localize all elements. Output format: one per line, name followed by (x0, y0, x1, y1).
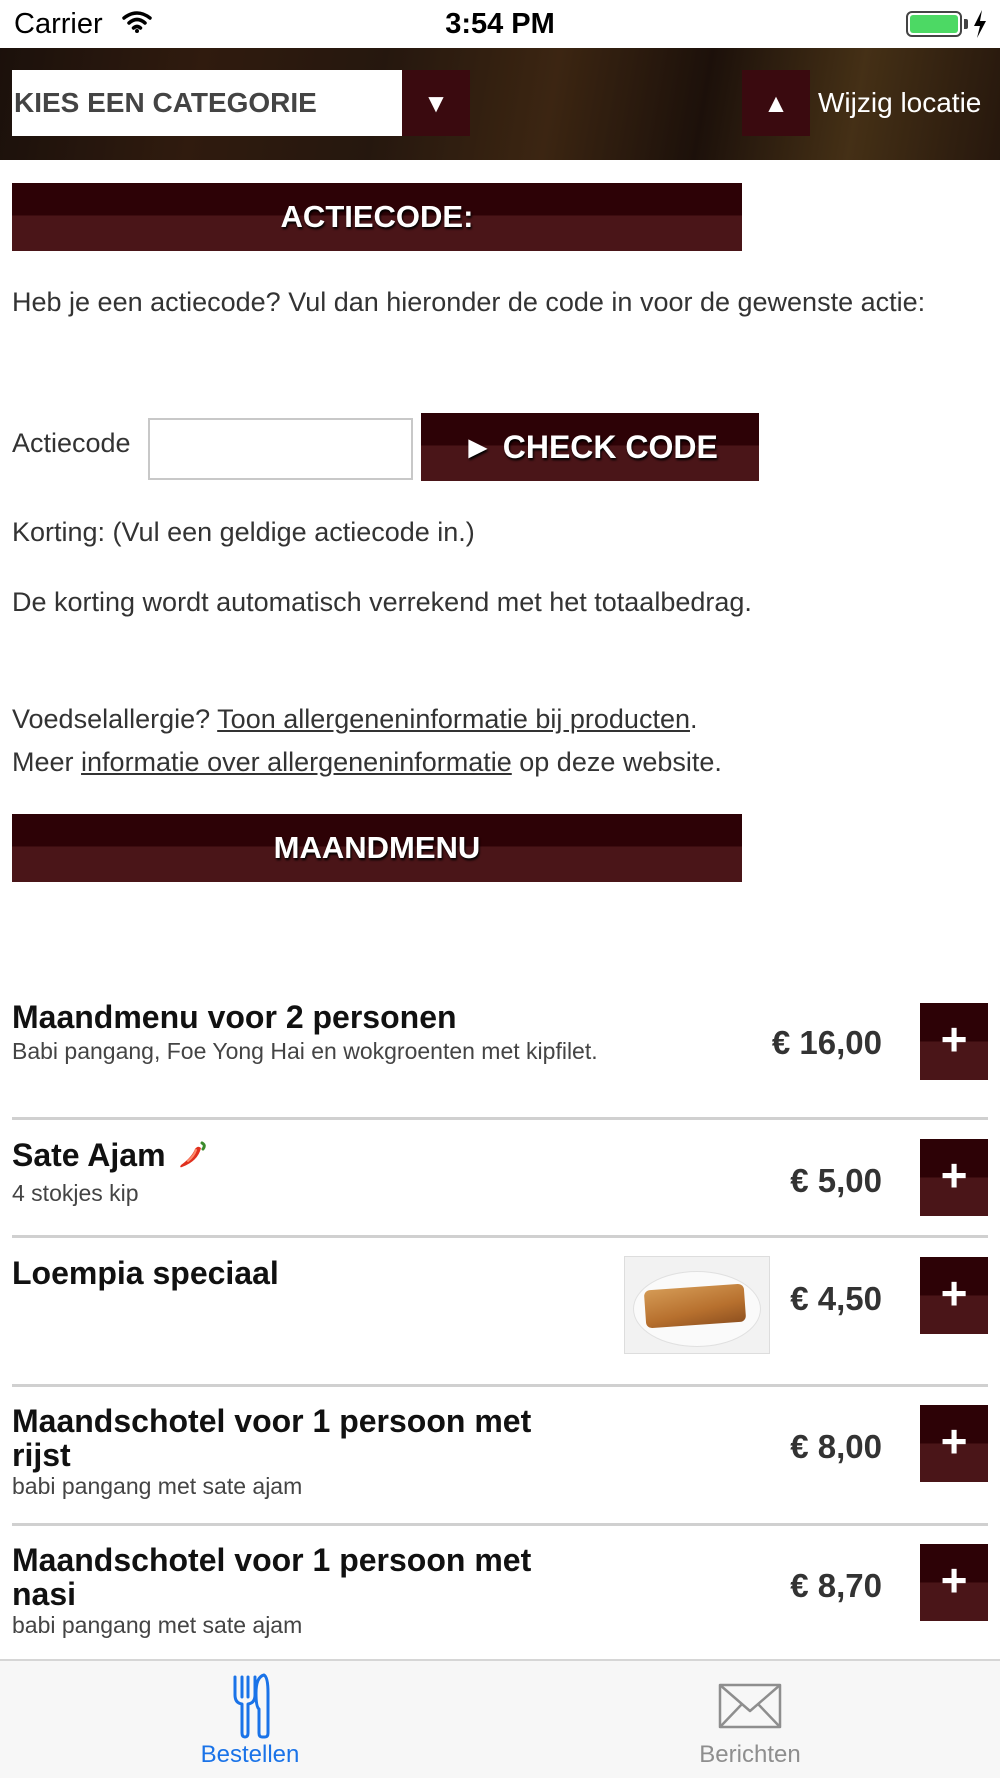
divider (12, 1384, 988, 1387)
allergy-prefix: Voedselallergie? (12, 704, 218, 734)
category-select[interactable]: KIES EEN CATEGORIE (12, 70, 402, 136)
header-bar: KIES EEN CATEGORIE ▼ ▲ Wijzig locatie (0, 48, 1000, 160)
item-description: Babi pangang, Foe Yong Hai en wokgroente… (12, 1038, 598, 1064)
item-description: babi pangang met sate ajam (12, 1612, 303, 1638)
item-name: Maandschotel voor 1 persoon met nasi (12, 1542, 532, 1612)
change-location-button[interactable]: ▲ (742, 70, 810, 136)
item-name: Sate Ajam (12, 1137, 166, 1173)
promo-code-label: Actiecode (12, 428, 131, 458)
promo-code-input[interactable] (148, 418, 413, 480)
charging-bolt-icon (972, 10, 988, 43)
item-price: € 5,00 (790, 1162, 882, 1199)
allergy-suffix: . (689, 704, 698, 734)
divider (12, 1523, 988, 1526)
add-to-cart-button[interactable]: + (920, 1139, 988, 1216)
item-description: babi pangang met sate ajam (12, 1473, 303, 1499)
add-to-cart-button[interactable]: + (920, 1405, 988, 1482)
status-bar: Carrier 3:54 PM (0, 0, 1000, 48)
loempia-photo[interactable] (624, 1256, 770, 1354)
divider (12, 1117, 988, 1120)
clock: 3:54 PM (445, 8, 555, 40)
tab-bestellen[interactable]: Bestellen (0, 1661, 500, 1778)
tab-label: Bestellen (200, 1741, 300, 1768)
allergen-info-link[interactable]: informatie over allergeneninformatie (81, 747, 512, 777)
item-price: € 4,50 (790, 1280, 882, 1317)
chevron-down-icon[interactable]: ▼ (402, 70, 470, 136)
fork-knife-icon (0, 1673, 500, 1739)
tab-label: Berichten (699, 1741, 801, 1768)
change-location-label[interactable]: Wijzig locatie (818, 70, 981, 136)
envelope-icon (500, 1673, 1000, 1739)
chili-pepper-icon (176, 1139, 208, 1177)
discount-text: Korting: (Vul een geldige actiecode in.) (12, 517, 475, 547)
menu-item: Loempia speciaal € 4,50 + (12, 1256, 988, 1386)
add-to-cart-button[interactable]: + (920, 1003, 988, 1080)
allergy-more-suffix: op deze website. (511, 747, 722, 777)
allergy-line-2: Meer informatie over allergeneninformati… (12, 741, 972, 784)
battery-icon (906, 11, 962, 37)
menu-item: Maandmenu voor 2 personen Babi pangang, … (12, 1000, 988, 1100)
item-price: € 8,00 (790, 1428, 882, 1465)
allergy-more-prefix: Meer (12, 747, 82, 777)
battery-nub (964, 19, 968, 29)
item-description: 4 stokjes kip (12, 1180, 139, 1206)
tab-bar: Bestellen Berichten (0, 1659, 1000, 1778)
tab-berichten[interactable]: Berichten (500, 1661, 1000, 1778)
menu-item: Maandschotel voor 1 persoon met nasi bab… (12, 1543, 988, 1663)
allergy-line-1: Voedselallergie? Toon allergeneninformat… (12, 698, 972, 741)
item-name: Maandschotel voor 1 persoon met rijst (12, 1403, 532, 1473)
add-to-cart-button[interactable]: + (920, 1544, 988, 1621)
promo-section-header: ACTIECODE: (12, 183, 742, 251)
allergen-products-link[interactable]: Toon allergeneninformatie bij producten (217, 704, 690, 734)
menu-item: Sate Ajam 4 stokjes kip € 5,00 + (12, 1138, 988, 1238)
maandmenu-section-header: MAANDMENU (12, 814, 742, 882)
item-price: € 8,70 (790, 1567, 882, 1604)
divider (12, 1235, 988, 1238)
item-name: Maandmenu voor 2 personen (12, 999, 457, 1035)
item-price: € 16,00 (771, 1024, 882, 1061)
menu-item: Maandschotel voor 1 persoon met rijst ba… (12, 1404, 988, 1524)
discount-note: De korting wordt automatisch verrekend m… (12, 587, 752, 617)
item-name: Loempia speciaal (12, 1255, 279, 1291)
item-name-row: Sate Ajam (12, 1138, 612, 1177)
promo-intro-text: Heb je een actiecode? Vul dan hieronder … (12, 287, 926, 317)
add-to-cart-button[interactable]: + (920, 1257, 988, 1334)
check-code-button[interactable]: ► CHECK CODE (421, 413, 759, 481)
